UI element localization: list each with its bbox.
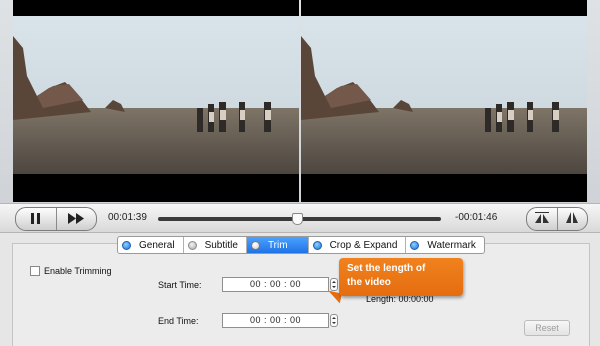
start-time-stepper[interactable] xyxy=(330,278,338,291)
fast-forward-icon xyxy=(68,212,85,227)
flip-horizontal-icon xyxy=(534,210,549,228)
callout-line-2: the video xyxy=(347,277,391,288)
radio-icon xyxy=(312,240,322,250)
current-time: 00:01:39 xyxy=(108,212,147,223)
remaining-time: -00:01:46 xyxy=(455,212,498,223)
reset-button[interactable]: Reset xyxy=(524,320,570,336)
flip-vertical-button[interactable] xyxy=(556,208,588,230)
output-preview xyxy=(301,0,587,202)
tab-subtitle[interactable]: Subtitle xyxy=(184,237,247,253)
radio-icon xyxy=(410,240,420,250)
tab-label: Watermark xyxy=(427,239,476,251)
timeline-slider[interactable] xyxy=(158,213,441,225)
radio-icon xyxy=(122,240,131,250)
timeline-knob[interactable] xyxy=(291,213,303,225)
enable-trimming-checkbox[interactable] xyxy=(30,266,40,276)
tab-general[interactable]: General xyxy=(118,237,184,253)
fast-forward-button[interactable] xyxy=(55,208,97,230)
end-time-stepper[interactable] xyxy=(330,314,338,327)
playback-buttons xyxy=(15,207,97,231)
original-preview xyxy=(13,0,299,202)
tab-label: General xyxy=(139,239,175,251)
video-frame-original xyxy=(13,16,299,174)
pause-button[interactable] xyxy=(16,208,56,230)
flip-vertical-icon xyxy=(566,210,579,228)
start-time-label: Start Time: xyxy=(158,280,202,290)
enable-trimming-label: Enable Trimming xyxy=(44,266,112,276)
tooltip-callout: Set the length of the video xyxy=(339,258,463,296)
end-time-label: End Time: xyxy=(158,316,199,326)
pause-icon xyxy=(30,212,42,227)
tab-label: Subtitle xyxy=(204,239,238,251)
tab-crop-expand[interactable]: Crop & Expand xyxy=(309,237,407,253)
flip-horizontal-button[interactable] xyxy=(527,208,557,230)
tab-label: Trim xyxy=(267,239,288,251)
flip-buttons xyxy=(526,207,588,231)
enable-trimming[interactable]: Enable Trimming xyxy=(30,266,112,276)
tab-trim[interactable]: Trim xyxy=(246,237,309,253)
tab-label: Crop & Expand xyxy=(329,239,398,251)
preview-area xyxy=(0,0,600,205)
start-time-field[interactable]: 00 : 00 : 00 xyxy=(222,277,329,292)
settings-tabs: General Subtitle Trim Crop & Expand Wate… xyxy=(117,236,485,254)
video-frame-output xyxy=(301,16,587,174)
playback-bar: 00:01:39 -00:01:46 xyxy=(0,203,600,233)
radio-icon xyxy=(250,240,260,250)
radio-icon xyxy=(187,240,197,250)
tab-watermark[interactable]: Watermark xyxy=(406,237,484,253)
settings-panel xyxy=(12,243,590,346)
callout-line-1: Set the length of xyxy=(347,263,426,274)
end-time-field[interactable]: 00 : 00 : 00 xyxy=(222,313,329,328)
